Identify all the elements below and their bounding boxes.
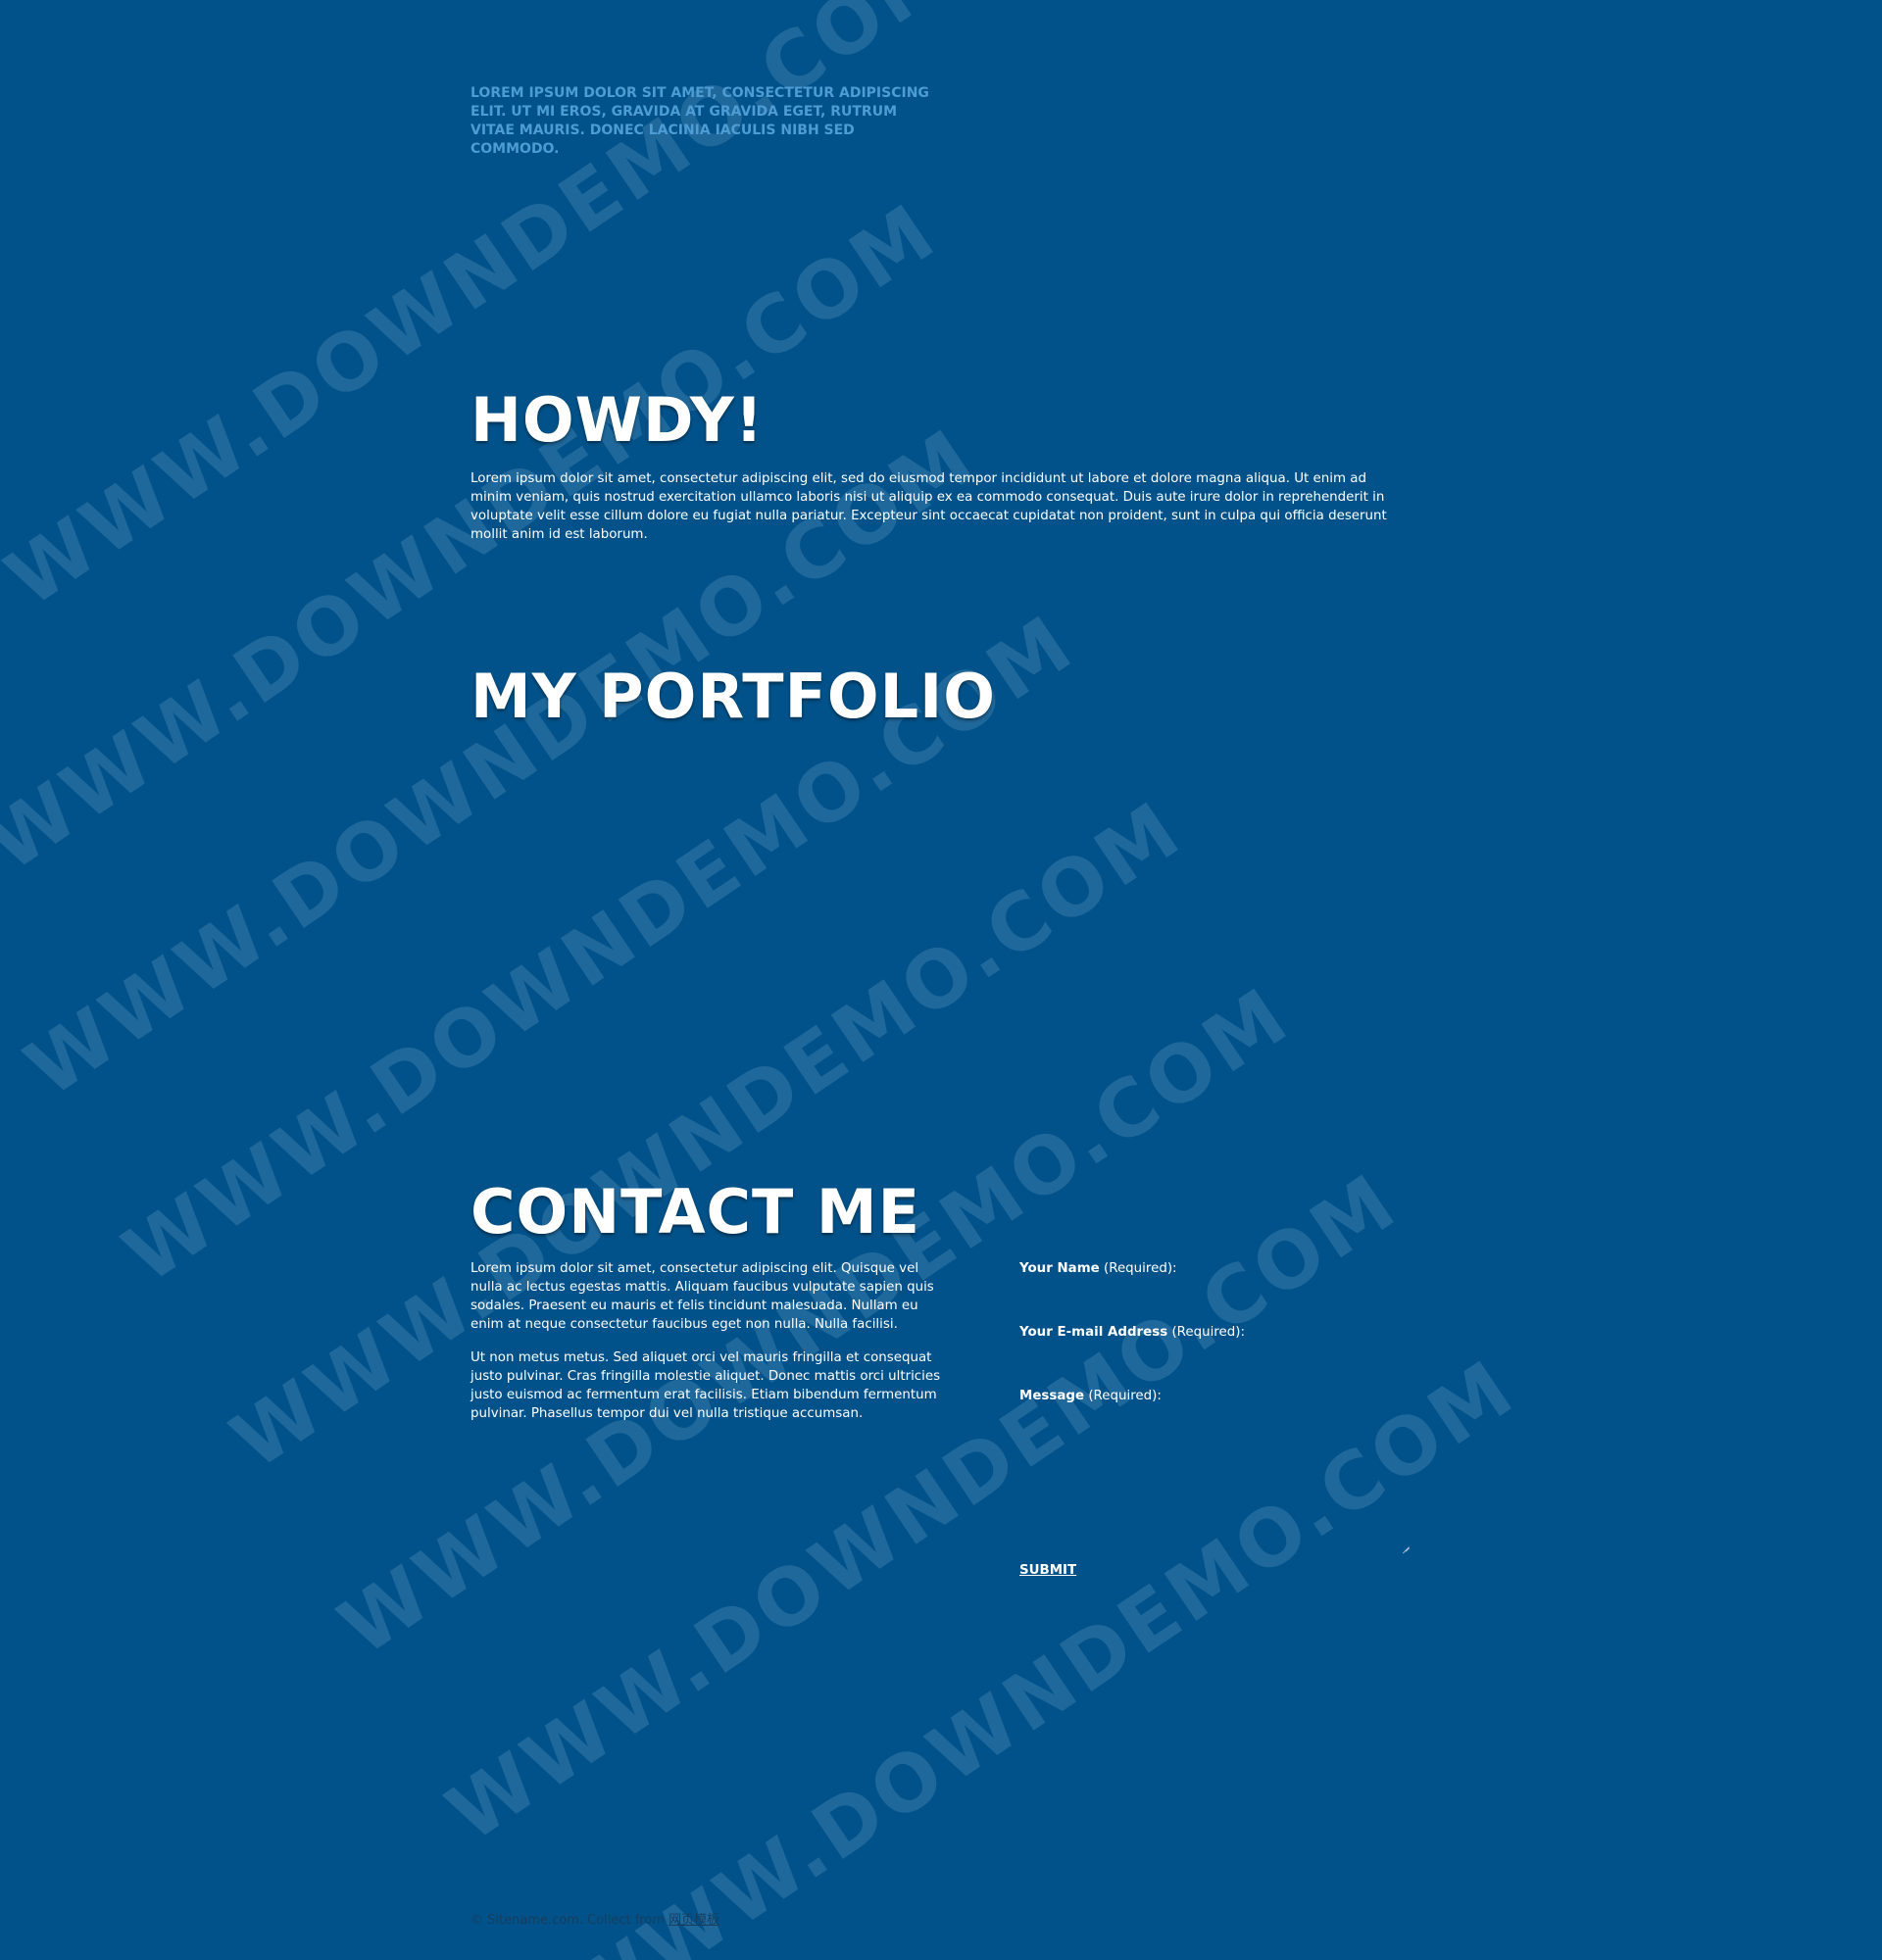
- contact-paragraph: Ut non metus metus. Sed aliquet orci vel…: [470, 1350, 941, 1421]
- contact-description: Lorem ipsum dolor sit amet, consectetur …: [470, 1259, 941, 1438]
- message-textarea[interactable]: [1019, 1408, 1415, 1540]
- contact-heading: CONTACT ME: [470, 1176, 920, 1248]
- textarea-resize-handle[interactable]: [1400, 1538, 1410, 1547]
- site-tagline: Lorem ipsum dolor sit amet, consectetur …: [470, 85, 929, 157]
- required-text: (Required):: [1171, 1325, 1245, 1340]
- main-content: Lorem ipsum dolor sit amet, consectetur …: [0, 0, 1882, 1960]
- footer-link[interactable]: 网页模板: [669, 1913, 719, 1928]
- howdy-text: Lorem ipsum dolor sit amet, consectetur …: [470, 471, 1387, 542]
- howdy-heading: HOWDY!: [470, 384, 765, 456]
- page: WWW.DOWNDEMO.COM WWW.DOWNDEMO.COM WWW.DO…: [0, 0, 1882, 1960]
- name-label: Your Name: [1019, 1261, 1100, 1276]
- portfolio-heading: MY PORTFOLIO: [470, 661, 996, 732]
- contact-paragraph: Lorem ipsum dolor sit amet, consectetur …: [470, 1261, 934, 1332]
- footer-text: © Sitename.com. Collect from: [470, 1913, 666, 1928]
- required-text: (Required):: [1088, 1389, 1162, 1403]
- name-field-label: Your Name (Required):: [1019, 1259, 1177, 1278]
- email-field-label: Your E-mail Address (Required):: [1019, 1323, 1245, 1342]
- required-text: (Required):: [1104, 1261, 1177, 1276]
- email-label: Your E-mail Address: [1019, 1325, 1168, 1340]
- submit-button[interactable]: SUBMIT: [1019, 1563, 1076, 1578]
- name-input[interactable]: [1019, 1281, 1415, 1318]
- message-label: Message: [1019, 1389, 1085, 1403]
- message-field-label: Message (Required):: [1019, 1387, 1162, 1405]
- footer: © Sitename.com. Collect from 网页模板: [470, 1912, 719, 1930]
- email-input[interactable]: [1019, 1345, 1415, 1382]
